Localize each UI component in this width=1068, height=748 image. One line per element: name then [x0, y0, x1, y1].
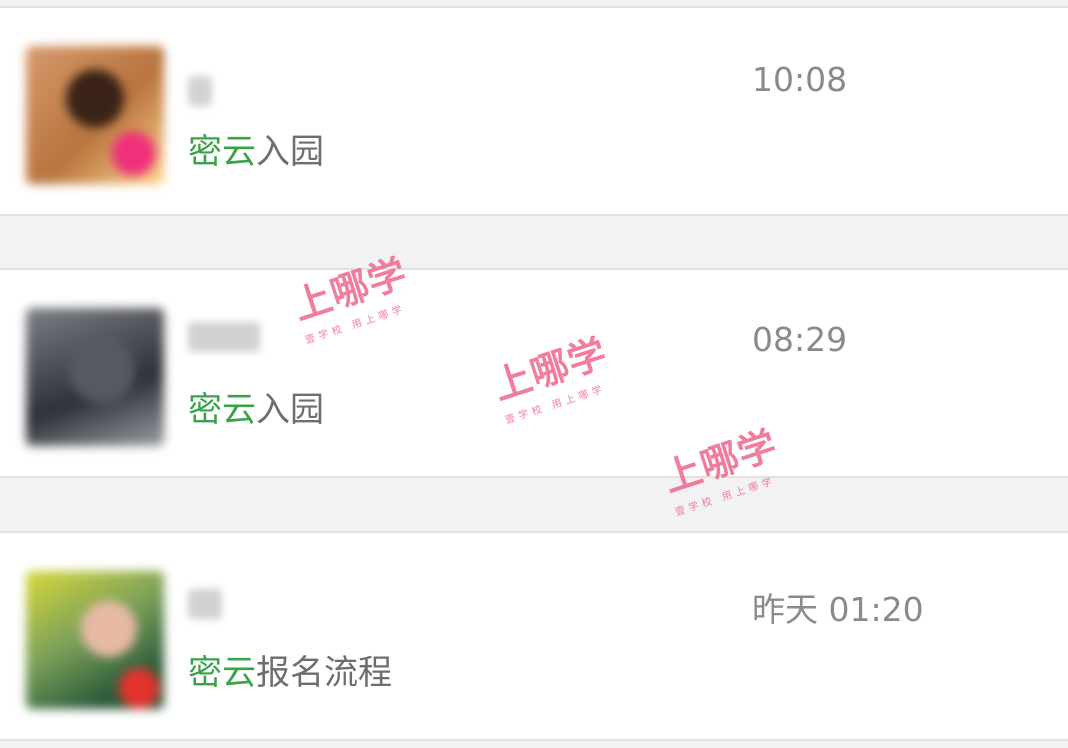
- message-preview: 密云入园: [188, 382, 324, 431]
- message-text: 报名流程: [256, 653, 392, 693]
- conversation-item[interactable]: 昨天 01:20 密云报名流程: [0, 531, 1068, 741]
- avatar[interactable]: [26, 46, 164, 184]
- contact-name-blurred: [188, 322, 260, 352]
- message-text: 入园: [256, 390, 324, 430]
- message-preview: 密云入园: [188, 124, 324, 173]
- message-time: 08:29: [752, 320, 848, 359]
- avatar[interactable]: [26, 308, 164, 446]
- contact-name-blurred: [188, 589, 222, 619]
- message-time: 昨天 01:20: [752, 590, 924, 629]
- message-preview: 密云报名流程: [188, 645, 392, 694]
- conversation-item[interactable]: 10:08 密云入园: [0, 6, 1068, 216]
- conversation-item[interactable]: 08:29 密云入园: [0, 268, 1068, 478]
- message-highlight: 密云: [188, 132, 256, 172]
- message-highlight: 密云: [188, 653, 256, 693]
- message-time: 10:08: [752, 60, 848, 99]
- avatar[interactable]: [26, 571, 164, 709]
- contact-name-blurred: [188, 76, 212, 106]
- message-highlight: 密云: [188, 390, 256, 430]
- message-text: 入园: [256, 132, 324, 172]
